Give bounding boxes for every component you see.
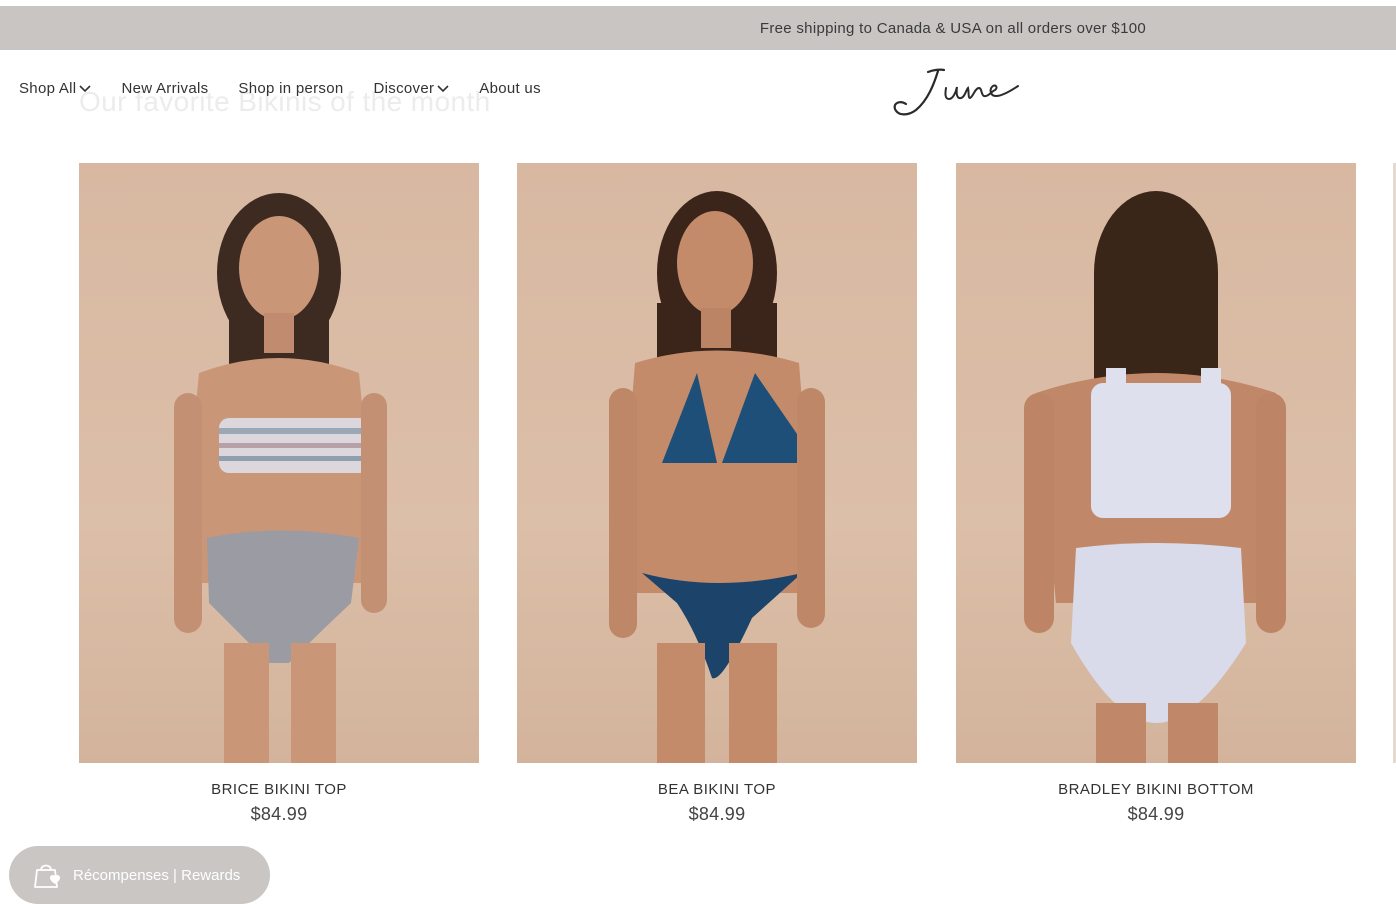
product-name[interactable]: BRICE BIKINI TOP xyxy=(79,781,479,798)
rewards-label: Récompenses | Rewards xyxy=(73,866,241,884)
nav-label: New Arrivals xyxy=(121,80,209,97)
nav-label: Shop in person xyxy=(238,80,344,97)
announcement-text: Free shipping to Canada & USA on all ord… xyxy=(759,19,1146,37)
product-price: $84.99 xyxy=(688,804,746,824)
nav-new-arrivals[interactable]: New Arrivals xyxy=(121,80,208,97)
rewards-button[interactable]: Récompenses | Rewards xyxy=(9,846,270,904)
product-name[interactable]: BRADLEY BIKINI BOTTOM xyxy=(956,781,1356,798)
product-image[interactable] xyxy=(79,163,479,763)
product-card[interactable]: BRADLEY BIKINI BOTTOM $84.99 xyxy=(956,163,1356,825)
chevron-down-icon xyxy=(79,84,92,92)
product-price: $84.99 xyxy=(250,804,308,824)
nav-label: About us xyxy=(479,80,541,97)
product-name[interactable]: BEA BIKINI TOP xyxy=(517,781,917,798)
nav-label: Discover xyxy=(373,80,435,97)
june-logo[interactable] xyxy=(888,64,1023,124)
nav-about-us[interactable]: About us xyxy=(479,80,541,97)
product-image[interactable] xyxy=(517,163,917,763)
product-image[interactable] xyxy=(956,163,1356,763)
chevron-down-icon xyxy=(437,84,449,92)
nav-discover[interactable]: Discover xyxy=(374,80,450,97)
nav-shop-in-person[interactable]: Shop in person xyxy=(238,80,343,97)
shopping-bag-heart-icon xyxy=(34,864,60,888)
announcement-bar: Free shipping to Canada & USA on all ord… xyxy=(0,6,1396,50)
product-card[interactable]: BEA BIKINI TOP $84.99 xyxy=(517,163,917,825)
product-card[interactable]: BRICE BIKINI TOP $84.99 xyxy=(79,163,479,825)
nav-shop-all[interactable]: Shop All xyxy=(19,80,92,97)
nav-label: Shop All xyxy=(19,80,77,97)
product-price: $84.99 xyxy=(1127,804,1185,824)
